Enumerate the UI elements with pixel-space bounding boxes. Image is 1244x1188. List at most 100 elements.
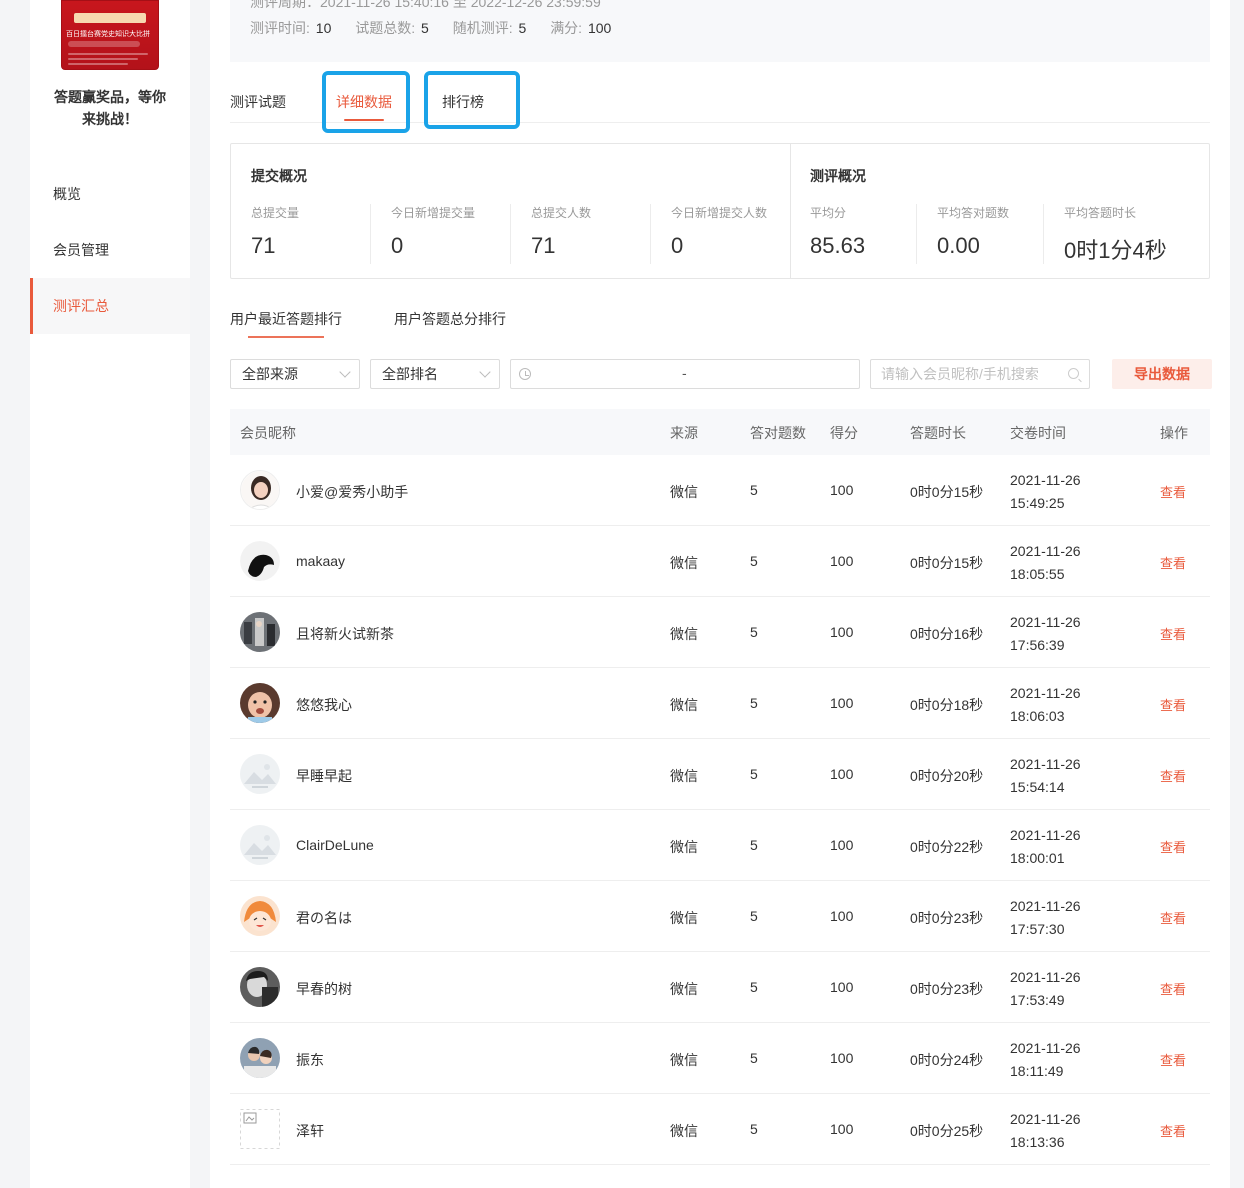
tabs-divider [230, 122, 1210, 123]
submit-clock: 17:56:39 [1010, 637, 1065, 653]
view-link[interactable]: 查看 [1160, 624, 1186, 643]
search-input[interactable] [871, 360, 1061, 388]
meta-value: 100 [587, 20, 612, 36]
score: 100 [830, 908, 854, 924]
view-link[interactable]: 查看 [1160, 482, 1186, 501]
member-source: 微信 [670, 697, 698, 713]
member-nickname: ClairDeLune [296, 837, 374, 853]
active-tab-indicator [344, 119, 384, 121]
member-nickname: 振东 [296, 1052, 324, 1068]
member-source: 微信 [670, 910, 698, 926]
submit-date: 2021-11-26 [1010, 827, 1081, 843]
view-link[interactable]: 查看 [1160, 979, 1186, 998]
duration: 0时0分24秒 [910, 1052, 984, 1068]
score: 100 [830, 624, 854, 640]
table-row: 悠悠我心 微信 5 100 0时0分18秒 2021-11-26 18:06:03… [230, 668, 1210, 739]
score: 100 [830, 1121, 854, 1137]
sidebar-item-evaluation-summary[interactable]: 测评汇总 [30, 278, 190, 334]
submit-clock: 17:53:49 [1010, 992, 1065, 1008]
submit-time: 2021-11-26 18:06:03 [1010, 682, 1081, 728]
submit-date: 2021-11-26 [1010, 756, 1081, 772]
meta-label: 测评时间: [250, 20, 310, 36]
stat-label: 今日新增提交人数 [671, 206, 768, 220]
submit-clock: 18:05:55 [1010, 566, 1065, 582]
view-link[interactable]: 查看 [1160, 553, 1186, 572]
user-avatar [240, 825, 280, 865]
chevron-down-icon [339, 366, 351, 378]
correct-count: 5 [750, 979, 758, 995]
member-nickname: makaay [296, 553, 346, 569]
stat-value: 0时1分4秒 [1064, 238, 1167, 263]
main-panel: 测评周期：2021-11-26 15:40:16 至 2022-12-26 23… [210, 0, 1230, 1188]
stat-average-correct: 平均答对题数 0.00 [937, 204, 1009, 264]
duration: 0时0分16秒 [910, 626, 984, 642]
correct-count: 5 [750, 908, 758, 924]
view-link[interactable]: 查看 [1160, 766, 1186, 785]
score: 100 [830, 553, 854, 569]
user-avatar [240, 896, 280, 936]
member-search[interactable] [870, 359, 1090, 389]
member-source: 微信 [670, 1123, 698, 1139]
evaluation-period: 测评周期：2021-11-26 15:40:16 至 2022-12-26 23… [250, 0, 601, 10]
search-icon[interactable] [1068, 368, 1079, 379]
correct-count: 5 [750, 482, 758, 498]
tab-details[interactable]: 详细数据 [336, 92, 392, 112]
score: 100 [830, 766, 854, 782]
sidebar-item-overview[interactable]: 概览 [30, 166, 190, 222]
view-link[interactable]: 查看 [1160, 695, 1186, 714]
table-row: 泽轩 微信 5 100 0时0分25秒 2021-11-26 18:13:36 查… [230, 1094, 1210, 1165]
tab-total-score-ranking[interactable]: 用户答题总分排行 [394, 309, 506, 329]
meta-label: 试题总数: [355, 20, 416, 36]
stat-today-submitters: 今日新增提交人数 0 [671, 204, 767, 264]
user-avatar [240, 541, 280, 581]
user-avatar [240, 612, 280, 652]
sidebar-item-members[interactable]: 会员管理 [30, 222, 190, 278]
member-source: 微信 [670, 1052, 698, 1068]
table-row: 早春的树 微信 5 100 0时0分23秒 2021-11-26 17:53:49… [230, 952, 1210, 1023]
tab-recent-ranking[interactable]: 用户最近答题排行 [230, 309, 342, 329]
column-header: 交卷时间 [1010, 425, 1066, 441]
correct-count: 5 [750, 624, 758, 640]
correct-count: 5 [750, 837, 758, 853]
tab-questions[interactable]: 测评试题 [230, 92, 286, 112]
user-avatar [240, 1109, 280, 1149]
column-header: 答对题数 [750, 425, 806, 441]
view-link[interactable]: 查看 [1160, 837, 1186, 856]
tab-leaderboard[interactable]: 排行榜 [442, 92, 484, 112]
poster-banner [74, 13, 146, 23]
view-link[interactable]: 查看 [1160, 1121, 1186, 1140]
submit-time: 2021-11-26 18:00:01 [1010, 824, 1081, 870]
stat-total-submissions: 总提交量 71 [251, 204, 299, 264]
member-nickname: 且将新火试新茶 [296, 626, 394, 642]
submit-date: 2021-11-26 [1010, 685, 1081, 701]
view-link[interactable]: 查看 [1160, 908, 1186, 927]
member-source: 微信 [670, 484, 698, 500]
export-data-button[interactable]: 导出数据 [1112, 359, 1212, 389]
source-select[interactable]: 全部来源 [230, 359, 360, 389]
submit-time: 2021-11-26 18:11:49 [1010, 1037, 1081, 1083]
stat-label: 总提交量 [251, 206, 300, 220]
submit-date: 2021-11-26 [1010, 1040, 1081, 1056]
submit-clock: 17:57:30 [1010, 921, 1065, 937]
date-range-picker[interactable]: - [510, 359, 860, 389]
member-source: 微信 [670, 626, 698, 642]
date-separator: - [682, 365, 687, 381]
chevron-down-icon [479, 366, 491, 378]
table-row: 早睡早起 微信 5 100 0时0分20秒 2021-11-26 15:54:14… [230, 739, 1210, 810]
evaluation-info: 测评周期：2021-11-26 15:40:16 至 2022-12-26 23… [230, 0, 1210, 62]
meta-value: 5 [421, 20, 429, 36]
table-row: 君の名は 微信 5 100 0时0分23秒 2021-11-26 17:57:30… [230, 881, 1210, 952]
meta-label: 随机测评: [452, 20, 513, 36]
duration: 0时0分15秒 [910, 484, 984, 500]
stat-average-duration: 平均答题时长 0时1分4秒 [1064, 204, 1167, 264]
submit-time: 2021-11-26 17:53:49 [1010, 966, 1081, 1012]
active-subtab-indicator [248, 336, 324, 338]
correct-count: 5 [750, 1050, 758, 1066]
view-link[interactable]: 查看 [1160, 1050, 1186, 1069]
rank-select[interactable]: 全部排名 [370, 359, 500, 389]
submit-date: 2021-11-26 [1010, 472, 1081, 488]
column-header: 来源 [670, 425, 698, 441]
user-avatar [240, 754, 280, 794]
duration: 0时0分22秒 [910, 839, 984, 855]
evaluation-title: 测评概况 [810, 168, 866, 184]
